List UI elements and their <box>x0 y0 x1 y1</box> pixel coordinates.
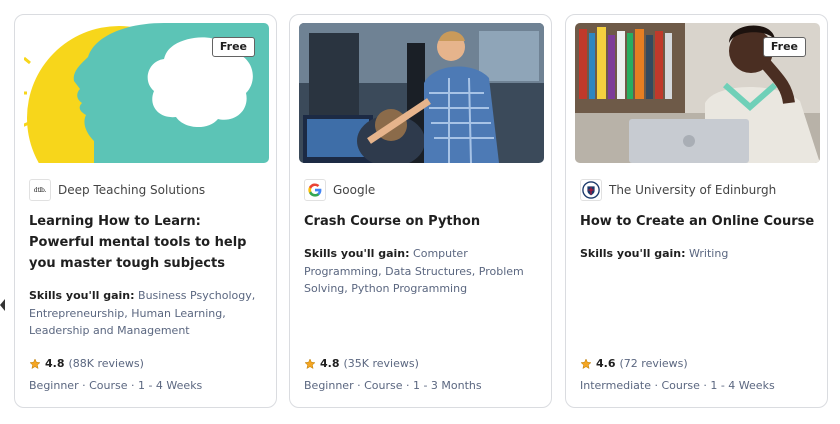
course-rating: 4.8 (88K reviews) <box>29 357 144 370</box>
rating-value: 4.6 <box>596 357 616 370</box>
rating-value: 4.8 <box>320 357 340 370</box>
course-thumbnail[interactable] <box>299 23 544 163</box>
free-badge: Free <box>211 37 255 57</box>
partner-name: Google <box>333 183 376 197</box>
star-icon <box>304 357 316 369</box>
course-rating: 4.8 (35K reviews) <box>304 357 419 370</box>
skills-label: Skills you'll gain: <box>304 247 410 260</box>
free-badge: Free <box>762 37 806 57</box>
partner-info: Google <box>304 179 375 201</box>
deep-teaching-solutions-logo: dtlb. <box>29 179 51 201</box>
course-card-crash-course-python[interactable]: Google Crash Course on Python Skills you… <box>289 14 552 408</box>
star-icon <box>580 357 592 369</box>
course-rating: 4.6 (72 reviews) <box>580 357 688 370</box>
review-count: (35K reviews) <box>343 357 419 370</box>
course-meta: Intermediate · Course · 1 - 4 Weeks <box>580 379 775 392</box>
course-title[interactable]: Learning How to Learn: Powerful mental t… <box>29 211 265 274</box>
scroll-left-chevron-icon[interactable] <box>0 299 5 311</box>
partner-info: The University of Edinburgh <box>580 179 776 201</box>
star-icon <box>29 357 41 369</box>
skills-list: Writing <box>689 247 729 260</box>
skills-label: Skills you'll gain: <box>29 289 135 302</box>
people-at-computer-photo <box>299 23 544 163</box>
google-logo <box>304 179 326 201</box>
course-thumbnail[interactable]: Free <box>24 23 269 163</box>
skills-label: Skills you'll gain: <box>580 247 686 260</box>
course-title[interactable]: How to Create an Online Course <box>580 211 816 232</box>
partner-name: The University of Edinburgh <box>609 183 777 197</box>
rating-value: 4.8 <box>45 357 65 370</box>
review-count: (88K reviews) <box>68 357 144 370</box>
partner-name: Deep Teaching Solutions <box>58 183 206 197</box>
course-card-learning-how-to-learn[interactable]: Free dtlb. Deep Teaching Solutions Learn… <box>14 14 277 408</box>
review-count: (72 reviews) <box>619 357 688 370</box>
course-meta: Beginner · Course · 1 - 4 Weeks <box>29 379 203 392</box>
course-card-create-online-course[interactable]: Free The University of Edinburgh How to … <box>565 14 828 408</box>
edinburgh-crest-logo <box>580 179 602 201</box>
skills-gained: Skills you'll gain: Computer Programming… <box>304 245 540 298</box>
course-title[interactable]: Crash Course on Python <box>304 211 540 232</box>
course-thumbnail[interactable]: Free <box>575 23 820 163</box>
skills-gained: Skills you'll gain: Writing <box>580 245 816 263</box>
course-meta: Beginner · Course · 1 - 3 Months <box>304 379 482 392</box>
skills-gained: Skills you'll gain: Business Psychology,… <box>29 287 265 340</box>
partner-info: dtlb. Deep Teaching Solutions <box>29 179 205 201</box>
